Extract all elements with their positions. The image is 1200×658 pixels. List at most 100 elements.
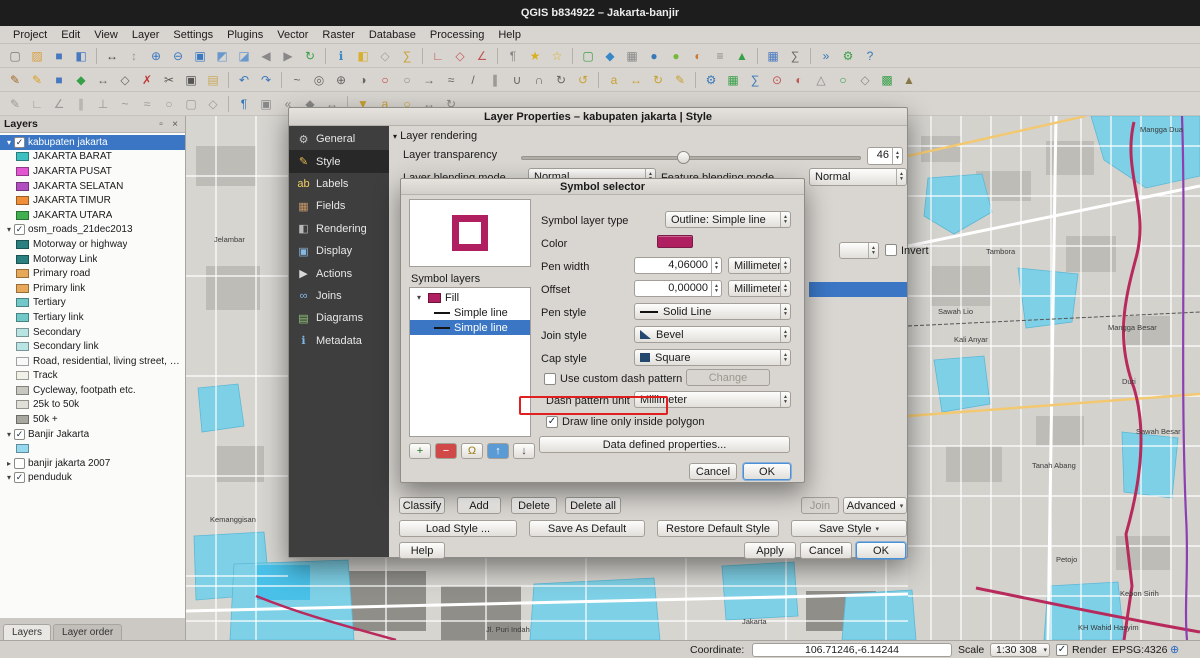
menu-settings[interactable]: Settings (166, 28, 220, 42)
expand-arrow-icon[interactable]: ▾ (4, 430, 14, 439)
properties-tab-joins[interactable]: ∞Joins (289, 285, 389, 307)
add-gpx-layer-icon[interactable]: ▲ (732, 46, 752, 66)
save-project-as-icon[interactable]: ◧ (71, 46, 91, 66)
offset-tool-icon[interactable]: ≈ (137, 94, 157, 114)
zoom-in-icon[interactable]: ⊕ (146, 46, 166, 66)
reshape-features-icon[interactable]: → (419, 70, 439, 90)
layer-class-row[interactable]: Track (0, 369, 185, 384)
redo-icon[interactable]: ↷ (256, 70, 276, 90)
symbol-layer-row[interactable]: ▾Fill (410, 290, 530, 305)
save-project-icon[interactable]: ■ (49, 46, 69, 66)
rotate-point-symbols-icon[interactable]: ↺ (573, 70, 593, 90)
add-raster-layer-icon[interactable]: ▦ (622, 46, 642, 66)
zoom-out-icon[interactable]: ⊖ (168, 46, 188, 66)
layer-class-row[interactable]: Cycleway, footpath etc. (0, 383, 185, 398)
refresh-map-icon[interactable]: ↻ (300, 46, 320, 66)
trace-tool-icon[interactable]: ~ (115, 94, 135, 114)
pan-map-icon[interactable]: ↔ (102, 46, 122, 66)
pen-width-spinbox[interactable]: 4,06000 ▲▼ (634, 257, 722, 274)
tab-layer-order[interactable]: Layer order (53, 624, 122, 640)
heatmap-icon[interactable]: ◐ (789, 70, 809, 90)
hidden-combo-fragment[interactable]: ▲▼ (839, 242, 879, 259)
add-part-icon[interactable]: ⊕ (331, 70, 351, 90)
simplify-feature-icon[interactable]: ~ (287, 70, 307, 90)
current-edits-icon[interactable]: ✎ (5, 70, 25, 90)
invert-checkbox[interactable] (885, 244, 897, 256)
select-by-expression-icon[interactable]: ∑ (397, 46, 417, 66)
draw-inside-checkbox[interactable]: ✓ (546, 416, 558, 428)
lp-cancel-button[interactable]: Cancel (800, 542, 852, 559)
delete-all-button[interactable]: Delete all (565, 497, 621, 514)
symbol-layer-type-combo[interactable]: Outline: Simple line ▲▼ (665, 211, 791, 228)
layers-panel-header[interactable]: Layers ▫ × (0, 116, 185, 133)
add-category-button[interactable]: Add (457, 497, 501, 514)
properties-tab-labels[interactable]: abLabels (289, 173, 389, 195)
save-as-default-button[interactable]: Save As Default (529, 520, 645, 537)
advanced-button[interactable]: Advanced ▾ (843, 497, 907, 514)
layer-visibility-checkbox[interactable]: ✓ (14, 429, 25, 440)
zoom-last-icon[interactable]: ◀ (256, 46, 276, 66)
merge-attributes-icon[interactable]: ∩ (529, 70, 549, 90)
interpolation-icon[interactable]: △ (811, 70, 831, 90)
select-features-icon[interactable]: ◧ (353, 46, 373, 66)
open-attribute-table-icon[interactable]: ▦ (763, 46, 783, 66)
add-ring-icon[interactable]: ◎ (309, 70, 329, 90)
move-down-symbol-layer-button[interactable]: ↓ (513, 443, 535, 459)
menu-layer[interactable]: Layer (125, 28, 167, 42)
rotate-feature-icon[interactable]: ↻ (551, 70, 571, 90)
properties-tab-style[interactable]: ✎Style (289, 150, 389, 172)
cut-features-icon[interactable]: ✂ (159, 70, 179, 90)
layer-row[interactable]: ▾✓kabupaten jakarta (0, 135, 185, 150)
add-feature-icon[interactable]: ◆ (71, 70, 91, 90)
transparency-slider[interactable] (521, 151, 861, 165)
apply-button[interactable]: Apply (744, 542, 796, 559)
menu-database[interactable]: Database (362, 28, 423, 42)
menu-raster[interactable]: Raster (315, 28, 361, 42)
deselect-features-icon[interactable]: ◇ (375, 46, 395, 66)
lp-ok-button[interactable]: OK (856, 542, 906, 559)
layer-class-row[interactable]: Secondary (0, 325, 185, 340)
properties-tab-general[interactable]: ⚙General (289, 128, 389, 150)
properties-tab-actions[interactable]: ▶Actions (289, 262, 389, 284)
layer-class-row[interactable]: Motorway Link (0, 252, 185, 267)
symbol-layer-row[interactable]: Simple line (410, 305, 530, 320)
expand-arrow-icon[interactable]: ▾ (414, 293, 424, 302)
layer-class-row[interactable]: Secondary link (0, 339, 185, 354)
offset-unit-combo[interactable]: Millimeter ▲▼ (728, 280, 791, 297)
menu-edit[interactable]: Edit (54, 28, 87, 42)
layer-row[interactable]: ▸banjir jakarta 2007 (0, 456, 185, 471)
rotate-label-icon[interactable]: ↻ (648, 70, 668, 90)
crs-status-icon[interactable]: ⊕ (1170, 643, 1179, 656)
layer-properties-titlebar[interactable]: Layer Properties – kabupaten jakarta | S… (289, 108, 907, 126)
split-parts-icon[interactable]: ∥ (485, 70, 505, 90)
layer-row[interactable]: ▾✓penduduk (0, 471, 185, 486)
spinner-arrows-icon[interactable]: ▲▼ (892, 148, 902, 164)
new-layer-icon[interactable]: ▢ (578, 46, 598, 66)
layer-class-row[interactable]: Road, residential, living street, etc. (0, 354, 185, 369)
pen-width-unit-combo[interactable]: Millimeter ▲▼ (728, 257, 791, 274)
add-postgis-layer-icon[interactable]: ● (644, 46, 664, 66)
remove-symbol-layer-button[interactable]: − (435, 443, 457, 459)
construction-mode-icon[interactable]: ∠ (49, 94, 69, 114)
text-annotation-icon[interactable]: ¶ (234, 94, 254, 114)
zoom-to-selection-icon[interactable]: ◩ (212, 46, 232, 66)
cad-tools-icon[interactable]: ∟ (27, 94, 47, 114)
data-defined-properties-button[interactable]: Data defined properties... (539, 436, 790, 453)
new-bookmark-icon[interactable]: ★ (525, 46, 545, 66)
properties-tab-rendering[interactable]: ◧Rendering (289, 218, 389, 240)
join-button[interactable]: Join (801, 497, 839, 514)
expand-arrow-icon[interactable]: ▾ (4, 225, 14, 234)
form-annotation-icon[interactable]: ▣ (256, 94, 276, 114)
symbol-layer-row[interactable]: Simple line (410, 320, 530, 335)
georeferencer-icon[interactable]: ⊙ (767, 70, 787, 90)
split-features-icon[interactable]: / (463, 70, 483, 90)
ss-cancel-button[interactable]: Cancel (689, 463, 737, 480)
layer-class-row[interactable]: Primary link (0, 281, 185, 296)
processing-toolbox-icon[interactable]: ⚙ (701, 70, 721, 90)
osm-tools-icon[interactable]: ○ (833, 70, 853, 90)
dxf-tools-icon[interactable]: ◇ (855, 70, 875, 90)
tab-layers[interactable]: Layers (3, 624, 51, 640)
layer-visibility-checkbox[interactable]: ✓ (14, 137, 25, 148)
parallel-constraint-icon[interactable]: ∥ (71, 94, 91, 114)
save-style-button[interactable]: Save Style ▾ (791, 520, 907, 537)
